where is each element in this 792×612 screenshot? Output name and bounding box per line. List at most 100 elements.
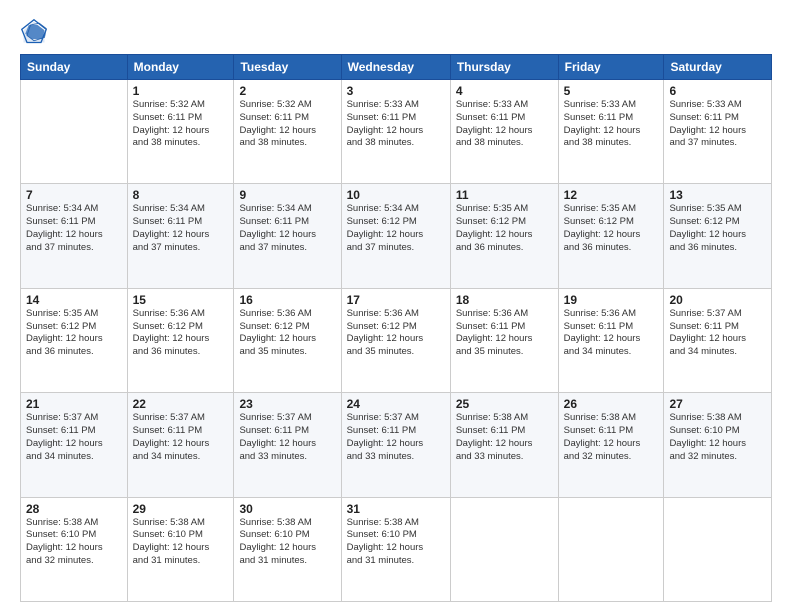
calendar-week-1: 1Sunrise: 5:32 AM Sunset: 6:11 PM Daylig… [21,80,772,184]
day-number: 17 [347,293,445,307]
calendar-cell: 16Sunrise: 5:36 AM Sunset: 6:12 PM Dayli… [234,288,341,392]
calendar-cell: 24Sunrise: 5:37 AM Sunset: 6:11 PM Dayli… [341,393,450,497]
day-number: 10 [347,188,445,202]
calendar-cell [664,497,772,601]
day-info: Sunrise: 5:36 AM Sunset: 6:11 PM Dayligh… [564,308,659,359]
day-of-week-friday: Friday [558,55,664,80]
day-number: 30 [239,502,335,516]
day-info: Sunrise: 5:38 AM Sunset: 6:10 PM Dayligh… [347,517,445,568]
day-info: Sunrise: 5:36 AM Sunset: 6:12 PM Dayligh… [347,308,445,359]
day-info: Sunrise: 5:35 AM Sunset: 6:12 PM Dayligh… [669,203,766,254]
day-number: 4 [456,84,553,98]
day-number: 7 [26,188,122,202]
day-number: 16 [239,293,335,307]
day-number: 29 [133,502,229,516]
day-info: Sunrise: 5:38 AM Sunset: 6:10 PM Dayligh… [669,412,766,463]
day-number: 13 [669,188,766,202]
day-number: 11 [456,188,553,202]
day-info: Sunrise: 5:32 AM Sunset: 6:11 PM Dayligh… [239,99,335,150]
day-number: 19 [564,293,659,307]
calendar-cell: 26Sunrise: 5:38 AM Sunset: 6:11 PM Dayli… [558,393,664,497]
calendar-cell: 3Sunrise: 5:33 AM Sunset: 6:11 PM Daylig… [341,80,450,184]
calendar-cell: 5Sunrise: 5:33 AM Sunset: 6:11 PM Daylig… [558,80,664,184]
day-info: Sunrise: 5:37 AM Sunset: 6:11 PM Dayligh… [133,412,229,463]
day-number: 23 [239,397,335,411]
day-info: Sunrise: 5:37 AM Sunset: 6:11 PM Dayligh… [347,412,445,463]
day-number: 8 [133,188,229,202]
day-info: Sunrise: 5:33 AM Sunset: 6:11 PM Dayligh… [564,99,659,150]
day-number: 31 [347,502,445,516]
day-of-week-thursday: Thursday [450,55,558,80]
day-of-week-tuesday: Tuesday [234,55,341,80]
day-number: 15 [133,293,229,307]
calendar-cell: 9Sunrise: 5:34 AM Sunset: 6:11 PM Daylig… [234,184,341,288]
day-info: Sunrise: 5:34 AM Sunset: 6:11 PM Dayligh… [239,203,335,254]
calendar-cell: 25Sunrise: 5:38 AM Sunset: 6:11 PM Dayli… [450,393,558,497]
calendar-cell [558,497,664,601]
calendar-cell: 6Sunrise: 5:33 AM Sunset: 6:11 PM Daylig… [664,80,772,184]
logo-icon [20,18,48,46]
calendar-week-5: 28Sunrise: 5:38 AM Sunset: 6:10 PM Dayli… [21,497,772,601]
day-info: Sunrise: 5:34 AM Sunset: 6:11 PM Dayligh… [133,203,229,254]
calendar-cell: 18Sunrise: 5:36 AM Sunset: 6:11 PM Dayli… [450,288,558,392]
day-info: Sunrise: 5:33 AM Sunset: 6:11 PM Dayligh… [456,99,553,150]
day-info: Sunrise: 5:38 AM Sunset: 6:10 PM Dayligh… [26,517,122,568]
day-info: Sunrise: 5:34 AM Sunset: 6:12 PM Dayligh… [347,203,445,254]
day-of-week-wednesday: Wednesday [341,55,450,80]
day-info: Sunrise: 5:37 AM Sunset: 6:11 PM Dayligh… [669,308,766,359]
calendar-cell: 7Sunrise: 5:34 AM Sunset: 6:11 PM Daylig… [21,184,128,288]
day-info: Sunrise: 5:36 AM Sunset: 6:12 PM Dayligh… [133,308,229,359]
day-info: Sunrise: 5:35 AM Sunset: 6:12 PM Dayligh… [26,308,122,359]
day-number: 28 [26,502,122,516]
day-info: Sunrise: 5:34 AM Sunset: 6:11 PM Dayligh… [26,203,122,254]
day-number: 24 [347,397,445,411]
day-number: 22 [133,397,229,411]
calendar-cell: 14Sunrise: 5:35 AM Sunset: 6:12 PM Dayli… [21,288,128,392]
day-info: Sunrise: 5:38 AM Sunset: 6:10 PM Dayligh… [133,517,229,568]
calendar-cell: 22Sunrise: 5:37 AM Sunset: 6:11 PM Dayli… [127,393,234,497]
day-info: Sunrise: 5:38 AM Sunset: 6:11 PM Dayligh… [564,412,659,463]
day-number: 9 [239,188,335,202]
day-number: 5 [564,84,659,98]
day-of-week-sunday: Sunday [21,55,128,80]
calendar-cell: 10Sunrise: 5:34 AM Sunset: 6:12 PM Dayli… [341,184,450,288]
day-of-week-saturday: Saturday [664,55,772,80]
day-info: Sunrise: 5:33 AM Sunset: 6:11 PM Dayligh… [669,99,766,150]
calendar-cell: 27Sunrise: 5:38 AM Sunset: 6:10 PM Dayli… [664,393,772,497]
day-number: 25 [456,397,553,411]
calendar: SundayMondayTuesdayWednesdayThursdayFrid… [20,54,772,602]
calendar-cell: 8Sunrise: 5:34 AM Sunset: 6:11 PM Daylig… [127,184,234,288]
calendar-cell: 21Sunrise: 5:37 AM Sunset: 6:11 PM Dayli… [21,393,128,497]
calendar-cell: 19Sunrise: 5:36 AM Sunset: 6:11 PM Dayli… [558,288,664,392]
calendar-cell: 23Sunrise: 5:37 AM Sunset: 6:11 PM Dayli… [234,393,341,497]
calendar-cell: 11Sunrise: 5:35 AM Sunset: 6:12 PM Dayli… [450,184,558,288]
day-number: 18 [456,293,553,307]
calendar-cell: 4Sunrise: 5:33 AM Sunset: 6:11 PM Daylig… [450,80,558,184]
header [20,18,772,46]
calendar-cell [21,80,128,184]
day-number: 20 [669,293,766,307]
calendar-cell: 29Sunrise: 5:38 AM Sunset: 6:10 PM Dayli… [127,497,234,601]
day-number: 12 [564,188,659,202]
day-info: Sunrise: 5:33 AM Sunset: 6:11 PM Dayligh… [347,99,445,150]
logo [20,18,52,46]
calendar-cell: 2Sunrise: 5:32 AM Sunset: 6:11 PM Daylig… [234,80,341,184]
day-number: 3 [347,84,445,98]
day-info: Sunrise: 5:37 AM Sunset: 6:11 PM Dayligh… [239,412,335,463]
calendar-cell: 30Sunrise: 5:38 AM Sunset: 6:10 PM Dayli… [234,497,341,601]
day-info: Sunrise: 5:35 AM Sunset: 6:12 PM Dayligh… [564,203,659,254]
calendar-cell: 12Sunrise: 5:35 AM Sunset: 6:12 PM Dayli… [558,184,664,288]
day-info: Sunrise: 5:36 AM Sunset: 6:12 PM Dayligh… [239,308,335,359]
day-info: Sunrise: 5:38 AM Sunset: 6:10 PM Dayligh… [239,517,335,568]
day-of-week-monday: Monday [127,55,234,80]
calendar-cell: 13Sunrise: 5:35 AM Sunset: 6:12 PM Dayli… [664,184,772,288]
day-info: Sunrise: 5:35 AM Sunset: 6:12 PM Dayligh… [456,203,553,254]
calendar-week-4: 21 Sunrise: 5:37 AM Sunset: 6:11 PM Dayli… [21,393,772,497]
day-number: 26 [564,397,659,411]
calendar-cell: 28Sunrise: 5:38 AM Sunset: 6:10 PM Dayli… [21,497,128,601]
calendar-cell: 20Sunrise: 5:37 AM Sunset: 6:11 PM Dayli… [664,288,772,392]
day-number: 21 [26,397,122,411]
day-number: 6 [669,84,766,98]
day-info: Sunrise: 5:32 AM Sunset: 6:11 PM Dayligh… [133,99,229,150]
calendar-cell: 17Sunrise: 5:36 AM Sunset: 6:12 PM Dayli… [341,288,450,392]
